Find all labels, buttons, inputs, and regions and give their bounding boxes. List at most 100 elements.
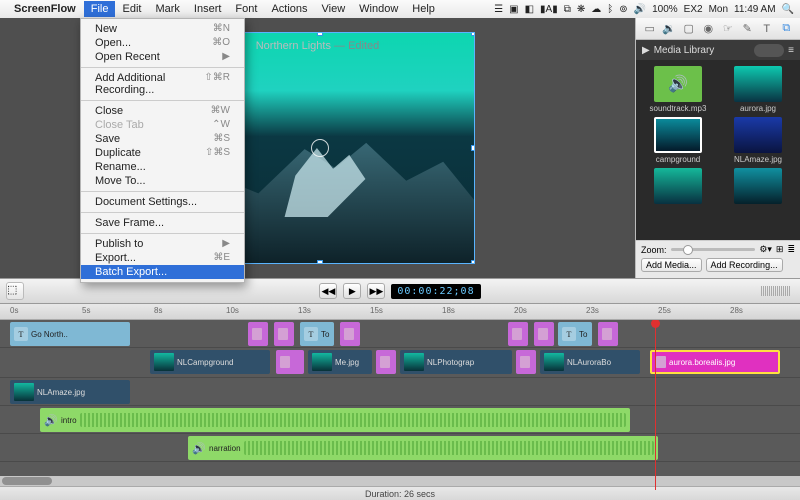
file-menu-item[interactable]: Batch Export...: [81, 265, 244, 279]
resize-handle[interactable]: [471, 32, 475, 36]
tab-text-icon[interactable]: T: [760, 22, 774, 36]
timeline-clip[interactable]: 🔊narration: [188, 436, 658, 460]
timeline-clip[interactable]: aurora.borealis.jpg: [650, 350, 780, 374]
resize-handle[interactable]: [317, 260, 323, 264]
list-view-icon[interactable]: ≣: [787, 244, 795, 255]
file-menu-item[interactable]: Open...⌘O: [81, 36, 244, 50]
timeline-origin-button[interactable]: ⬚: [6, 282, 24, 300]
tab-audio-icon[interactable]: 🔉: [662, 22, 676, 36]
media-library-item[interactable]: NLAmaze.jpg: [722, 117, 794, 164]
zoom-slider[interactable]: [671, 248, 756, 251]
timeline-clip[interactable]: NLAmaze.jpg: [10, 380, 130, 404]
rewind-button[interactable]: ◀◀: [319, 283, 337, 299]
resize-handle[interactable]: [317, 32, 323, 36]
timecode-display[interactable]: 00:00:22;08: [391, 284, 480, 299]
timeline-clip[interactable]: TGo North..: [10, 322, 130, 346]
gear-icon[interactable]: ⚙▾: [759, 244, 772, 255]
menu-extra-icon[interactable]: ▣: [509, 4, 518, 15]
timeline-clip[interactable]: [534, 322, 554, 346]
add-recording-button[interactable]: Add Recording...: [706, 258, 783, 272]
menu-insert[interactable]: Insert: [187, 1, 229, 17]
file-menu-item[interactable]: Export...⌘E: [81, 251, 244, 265]
battery-pct[interactable]: 100%: [652, 4, 678, 15]
clock-day[interactable]: Mon: [709, 4, 728, 15]
file-menu-item[interactable]: Close⌘W: [81, 104, 244, 118]
horizontal-scrollbar[interactable]: [0, 476, 800, 486]
timeline-zoom-scrubber[interactable]: [761, 286, 790, 296]
adobe-icon[interactable]: ▮A▮: [540, 4, 558, 15]
track-row[interactable]: 🔊narration: [0, 434, 800, 462]
bluetooth-icon[interactable]: ᛒ: [607, 4, 613, 15]
file-menu-item[interactable]: Rename...: [81, 160, 244, 174]
track-row[interactable]: TGo North.. TTo TTo: [0, 320, 800, 348]
menu-window[interactable]: Window: [352, 1, 405, 17]
play-button[interactable]: ▶: [343, 283, 361, 299]
file-menu-item[interactable]: Add Additional Recording...⇧⌘R: [81, 71, 244, 97]
file-menu-item[interactable]: Save Frame...: [81, 216, 244, 230]
tab-touch-icon[interactable]: ☞: [721, 22, 735, 36]
media-library-item[interactable]: campground: [642, 117, 714, 164]
timeline-clip[interactable]: [516, 350, 536, 374]
menu-mark[interactable]: Mark: [148, 1, 186, 17]
track-row[interactable]: 🔊intro: [0, 406, 800, 434]
media-library-item[interactable]: [722, 168, 794, 206]
menu-extra-icon[interactable]: ☰: [494, 4, 503, 15]
wifi-icon[interactable]: ⊚: [619, 4, 627, 15]
media-library-item[interactable]: 🔊soundtrack.mp3: [642, 66, 714, 113]
dropbox-icon[interactable]: ⧉: [564, 4, 571, 15]
track-row[interactable]: NLAmaze.jpg: [0, 378, 800, 406]
menu-font[interactable]: Font: [228, 1, 264, 17]
file-menu-item[interactable]: Move To...: [81, 174, 244, 188]
grid-view-icon[interactable]: ⊞: [776, 244, 784, 255]
tab-screen-icon[interactable]: ▢: [682, 22, 696, 36]
rotation-handle-icon[interactable]: [311, 139, 329, 157]
track-row[interactable]: NLCampground Me.jpg NLPhotograp NLAuroraBo a…: [0, 348, 800, 378]
volume-icon[interactable]: 🔊: [634, 4, 646, 15]
file-menu-item[interactable]: Document Settings...: [81, 195, 244, 209]
menu-edit[interactable]: Edit: [115, 1, 148, 17]
menu-extra-icon[interactable]: ◧: [525, 4, 534, 15]
app-name[interactable]: ScreenFlow: [14, 3, 76, 15]
clock-time[interactable]: 11:49 AM: [734, 4, 776, 15]
file-menu-item[interactable]: Duplicate⇧⌘S: [81, 146, 244, 160]
tab-media-icon[interactable]: ⧉: [779, 22, 793, 36]
timeline-clip[interactable]: Me.jpg: [308, 350, 372, 374]
disclosure-icon[interactable]: ▶: [642, 45, 650, 56]
timeline-clip[interactable]: NLAuroraBo: [540, 350, 640, 374]
menu-actions[interactable]: Actions: [264, 1, 314, 17]
file-menu-item[interactable]: Publish to▶: [81, 237, 244, 251]
timeline-clip[interactable]: NLPhotograp: [400, 350, 512, 374]
playhead[interactable]: [655, 320, 656, 490]
timeline-clip[interactable]: [274, 322, 294, 346]
tab-callout-icon[interactable]: ◉: [701, 22, 715, 36]
timeline-clip[interactable]: [340, 322, 360, 346]
forward-button[interactable]: ▶▶: [367, 283, 385, 299]
timeline-clip[interactable]: [248, 322, 268, 346]
timeline-clip[interactable]: [376, 350, 396, 374]
file-menu-item[interactable]: New⌘N: [81, 22, 244, 36]
cloud-icon[interactable]: ☁: [591, 4, 601, 15]
timeline-clip[interactable]: 🔊intro: [40, 408, 630, 432]
timeline-clip[interactable]: [276, 350, 304, 374]
timeline-clip[interactable]: [598, 322, 618, 346]
menu-help[interactable]: Help: [405, 1, 442, 17]
timeline-clip[interactable]: TTo: [558, 322, 592, 346]
timeline-clip[interactable]: TTo: [300, 322, 334, 346]
search-input[interactable]: [754, 44, 784, 57]
evernote-icon[interactable]: ❋: [577, 4, 585, 15]
tab-video-icon[interactable]: ▭: [643, 22, 657, 36]
list-view-icon[interactable]: ≡: [788, 45, 794, 56]
file-menu-item[interactable]: Open Recent▶: [81, 50, 244, 64]
add-media-button[interactable]: Add Media...: [641, 258, 702, 272]
resize-handle[interactable]: [471, 260, 475, 264]
media-library-item[interactable]: aurora.jpg: [722, 66, 794, 113]
tab-annot-icon[interactable]: ✎: [740, 22, 754, 36]
spotlight-icon[interactable]: 🔍: [782, 4, 794, 15]
timeline-clip[interactable]: [508, 322, 528, 346]
timeline-ruler[interactable]: 0s5s8s10s13s15s18s20s23s25s28s: [0, 304, 800, 320]
menu-view[interactable]: View: [315, 1, 353, 17]
resize-handle[interactable]: [471, 145, 475, 151]
menu-file[interactable]: File: [84, 1, 116, 17]
media-library-item[interactable]: [642, 168, 714, 206]
timeline-clip[interactable]: NLCampground: [150, 350, 270, 374]
